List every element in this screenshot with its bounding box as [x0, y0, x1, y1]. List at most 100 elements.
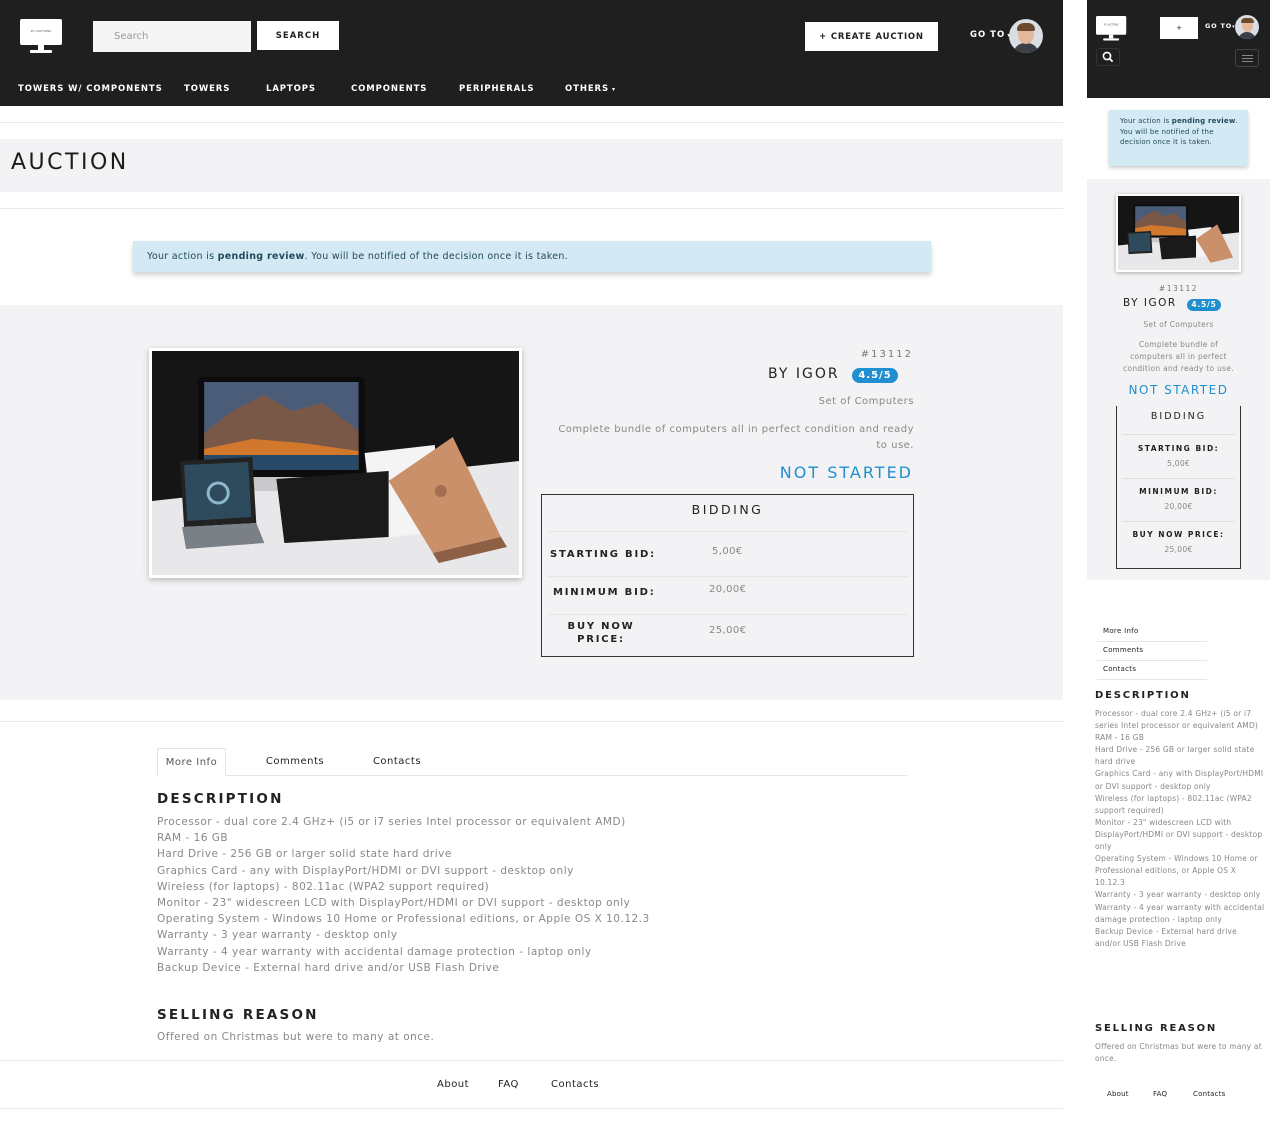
divider — [1122, 521, 1235, 522]
footer-link-faq[interactable]: FAQ — [498, 1079, 519, 1090]
mobile-view: PC AUCTIONS + GO TO▾ Your action is pend… — [1087, 0, 1270, 1125]
mobile-minimum-bid-label: MINIMUM BID: — [1139, 487, 1218, 496]
divider — [1097, 660, 1207, 661]
pending-review-alert: Your action is pending review. You will … — [133, 241, 931, 272]
tab-more-info[interactable]: More Info — [157, 748, 226, 776]
list-item: Operating System - Windows 10 Home or Pr… — [1095, 854, 1258, 888]
site-logo[interactable]: PC AUCTIONS — [20, 19, 62, 53]
mobile-description-list: Processor - dual core 2.4 GHz+ (i5 or i7… — [1095, 708, 1265, 950]
list-item: Warranty - 3 year warranty - desktop onl… — [1095, 890, 1261, 900]
list-item: Wireless (for laptops) - 802.11ac (WPA2 … — [157, 880, 490, 893]
product-image[interactable] — [149, 348, 522, 578]
list-item: Backup Device - External hard drive and/… — [157, 961, 500, 974]
mobile-minimum-bid-value: 20,00€ — [1164, 502, 1193, 511]
buy-now-label-line1: BUY NOW — [567, 621, 635, 632]
tab-comments[interactable]: Comments — [260, 748, 330, 776]
divider — [547, 576, 908, 577]
alert-suffix: . You will be notified of the decision o… — [304, 251, 568, 262]
page-title: AUCTION — [11, 150, 129, 175]
auction-short-description: Complete bundle of computers all in perf… — [558, 424, 914, 451]
info-tabs: More Info Comments Contacts — [157, 748, 907, 776]
footer-link-about[interactable]: About — [437, 1079, 469, 1090]
search-input[interactable] — [93, 21, 251, 52]
alert-prefix: Your action is — [1120, 117, 1172, 125]
alert-strong: pending review — [1171, 117, 1236, 125]
nav-item-laptops[interactable]: LAPTOPS — [266, 84, 316, 94]
mobile-footer-link-contacts[interactable]: Contacts — [1193, 1090, 1225, 1098]
caret-down-icon: ▾ — [612, 86, 616, 93]
minimum-bid-label: MINIMUM BID: — [553, 587, 656, 598]
mobile-footer-link-about[interactable]: About — [1107, 1090, 1129, 1098]
monitor-logo-icon: PC AUCTIONS — [20, 19, 62, 53]
desktop-view: PC AUCTIONS SEARCH + CREATE AUCTION GO T… — [0, 0, 1063, 1125]
mobile-site-logo[interactable]: PC AUCTIONS — [1096, 16, 1127, 41]
mobile-selling-reason-title: SELLING REASON — [1095, 1023, 1218, 1034]
description-title: DESCRIPTION — [157, 791, 284, 807]
mobile-auction-short-description: Complete bundle of computers all in perf… — [1123, 340, 1234, 373]
list-item: Operating System - Windows 10 Home or Pr… — [157, 913, 650, 926]
bidding-title: BIDDING — [691, 502, 764, 517]
nav-item-components[interactable]: COMPONENTS — [351, 84, 427, 94]
buy-now-price-value: 25,00€ — [709, 625, 747, 636]
list-item: Graphics Card - any with DisplayPort/HDM… — [1095, 769, 1264, 791]
nav-item-towers[interactable]: TOWERS — [184, 84, 230, 94]
list-item: Backup Device - External hard drive and/… — [1095, 926, 1237, 948]
mobile-search-button[interactable] — [1096, 48, 1120, 66]
list-item: Processor - dual core 2.4 GHz+ (i5 or i7… — [157, 816, 626, 828]
product-photo — [152, 351, 519, 575]
auction-category: Set of Computers — [818, 396, 914, 407]
starting-bid-label: STARTING BID: — [550, 549, 656, 560]
mobile-create-auction-button[interactable]: + — [1160, 17, 1198, 39]
alert-prefix: Your action is — [147, 251, 218, 262]
list-item: Monitor - 23" widescreen LCD with Displa… — [157, 897, 631, 910]
divider — [0, 208, 1063, 209]
nav-item-towers-with-components[interactable]: TOWERS W/ COMPONENTS — [18, 84, 163, 94]
mobile-goto-dropdown[interactable]: GO TO▾ — [1205, 22, 1235, 30]
title-band — [0, 139, 1063, 192]
mobile-description-title: DESCRIPTION — [1095, 690, 1191, 701]
bidding-panel: BIDDING STARTING BID: 5,00€ MINIMUM BID:… — [541, 494, 914, 657]
mobile-seller-rating-badge: 4.5/5 — [1187, 299, 1221, 311]
mobile-seller-name[interactable]: BY IGOR — [1123, 297, 1177, 309]
list-item: Warranty - 4 year warranty with accident… — [157, 945, 592, 958]
logo-text: PC AUCTIONS — [30, 29, 52, 33]
auction-lot-id: #13112 — [860, 349, 913, 360]
divider — [1097, 679, 1207, 680]
goto-dropdown[interactable]: GO TO▾ — [970, 30, 1011, 40]
list-item: Warranty - 4 year warranty with accident… — [1095, 902, 1265, 924]
divider — [1122, 478, 1235, 479]
buy-now-label-line2: PRICE: — [577, 634, 625, 645]
mobile-buy-now-price-label: BUY NOW PRICE: — [1132, 530, 1225, 539]
create-auction-button[interactable]: + CREATE AUCTION — [805, 22, 938, 51]
alert-strong: pending review — [217, 251, 305, 262]
footer-link-contacts[interactable]: Contacts — [551, 1079, 599, 1090]
mobile-product-image[interactable] — [1116, 194, 1241, 272]
user-avatar[interactable] — [1009, 19, 1043, 53]
hamburger-icon[interactable] — [1235, 49, 1259, 67]
mobile-tab-more-info[interactable]: More Info — [1103, 627, 1139, 635]
divider — [0, 122, 1063, 123]
mobile-bidding-title: BIDDING — [1150, 411, 1207, 422]
list-item: Processor - dual core 2.4 GHz+ (i5 or i7… — [1095, 709, 1259, 731]
nav-item-others-label: OTHERS — [565, 84, 610, 94]
mobile-tab-comments[interactable]: Comments — [1103, 646, 1143, 654]
mobile-starting-bid-label: STARTING BID: — [1137, 444, 1220, 453]
goto-label: GO TO — [1205, 22, 1233, 30]
tab-contacts[interactable]: Contacts — [365, 748, 429, 776]
search-button[interactable]: SEARCH — [257, 21, 339, 50]
nav-item-peripherals[interactable]: PERIPHERALS — [459, 84, 534, 94]
logo-text: PC AUCTIONS — [1103, 23, 1119, 27]
nav-item-others[interactable]: OTHERS ▾ — [565, 84, 616, 94]
mobile-tab-contacts[interactable]: Contacts — [1103, 665, 1136, 673]
mobile-pending-review-alert: Your action is pending review. You will … — [1109, 110, 1248, 166]
divider — [0, 1060, 1063, 1061]
seller-name[interactable]: BY IGOR — [768, 366, 840, 382]
mobile-auction-lot-id: #13112 — [1158, 284, 1199, 293]
user-avatar[interactable] — [1235, 15, 1259, 39]
divider — [0, 721, 1063, 722]
divider — [1097, 641, 1207, 642]
mobile-footer-link-faq[interactable]: FAQ — [1153, 1090, 1167, 1098]
seller-rating-badge: 4.5/5 — [852, 368, 898, 383]
mobile-starting-bid-value: 5,00€ — [1167, 459, 1190, 468]
list-item: Monitor - 23" widescreen LCD with Displa… — [1095, 817, 1263, 852]
